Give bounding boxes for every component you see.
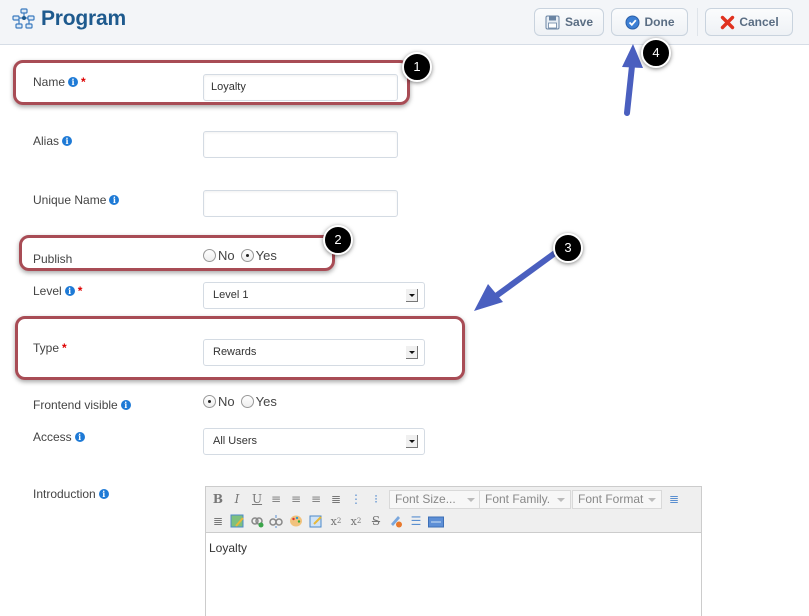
annotation-badge-4: 4 <box>641 38 671 68</box>
annotation-badge-1: 1 <box>402 52 432 82</box>
chevron-down-icon <box>648 498 656 502</box>
align-right-icon[interactable]: ≡ <box>309 492 323 506</box>
save-label: Save <box>564 15 594 29</box>
info-icon[interactable]: i <box>62 136 73 146</box>
alias-label: Alias i <box>33 134 73 148</box>
frontend-visible-yes-label[interactable]: Yes <box>256 394 277 409</box>
frontend-visible-label: Frontend visible i <box>33 398 131 412</box>
unlink-icon[interactable] <box>269 514 283 528</box>
cancel-button[interactable]: Cancel <box>705 8 793 36</box>
type-select[interactable]: Rewards <box>203 339 425 366</box>
unique-name-input[interactable] <box>203 190 398 217</box>
cancel-label: Cancel <box>739 15 779 29</box>
required-marker: * <box>62 341 67 355</box>
red-x-icon <box>719 14 735 30</box>
introduction-content[interactable]: Loyalty <box>206 533 701 563</box>
frontend-visible-no-label[interactable]: No <box>218 394 235 409</box>
align-left-icon[interactable]: ≡ <box>269 492 283 506</box>
indent-icon[interactable]: ≣ <box>667 492 681 506</box>
required-marker: * <box>77 284 83 298</box>
chevron-down-icon <box>467 498 475 502</box>
access-label: Access i <box>33 430 85 444</box>
info-icon[interactable]: i <box>64 286 75 296</box>
font-size-select[interactable]: Font Size... <box>389 490 481 509</box>
access-value: All Users <box>213 435 258 447</box>
frontend-visible-radio-group: No Yes <box>203 394 283 409</box>
level-label: Level i * <box>33 284 83 298</box>
remove-format-icon[interactable] <box>389 514 403 528</box>
save-button[interactable]: Save <box>534 8 604 36</box>
info-icon[interactable]: i <box>109 195 120 205</box>
name-input[interactable]: Loyalty <box>203 74 398 101</box>
ordered-list-icon[interactable]: ⋮ <box>349 492 363 506</box>
subscript-icon[interactable]: x2 <box>329 514 343 528</box>
type-value: Rewards <box>213 346 257 358</box>
image-icon[interactable] <box>230 514 244 528</box>
horizontal-rule-icon[interactable]: ☰ <box>409 514 423 528</box>
level-select[interactable]: Level 1 <box>203 282 425 309</box>
done-button[interactable]: Done <box>611 8 688 36</box>
font-format-select[interactable]: Font Format <box>572 490 662 509</box>
arrow-3 <box>474 250 558 311</box>
sitemap-icon <box>12 8 35 29</box>
align-center-icon[interactable]: ≡ <box>289 492 303 506</box>
introduction-label: Introduction i <box>33 487 109 501</box>
frontend-visible-yes-radio[interactable] <box>240 395 254 408</box>
annotation-badge-3: 3 <box>553 233 583 263</box>
alias-input[interactable] <box>203 131 398 158</box>
header-toolbar: Program Save Done Cancel <box>0 0 809 45</box>
info-icon[interactable]: i <box>120 400 131 410</box>
info-icon[interactable]: i <box>68 77 79 87</box>
editor-toolbar: B I U ≡ ≡ ≡ ≣ ⋮ ⁝ Font Size... Font Fami… <box>206 487 701 533</box>
publish-no-label[interactable]: No <box>218 248 235 263</box>
strikethrough-icon[interactable]: S <box>369 514 383 528</box>
html-icon[interactable] <box>428 515 444 529</box>
superscript-icon[interactable]: x2 <box>349 514 363 528</box>
toolbar-divider <box>697 8 698 36</box>
outdent-icon[interactable]: ≣ <box>211 514 225 528</box>
page-title: Program <box>41 7 126 30</box>
dropdown-arrow-icon[interactable] <box>406 346 418 359</box>
required-marker: * <box>81 75 86 89</box>
publish-no-radio[interactable] <box>203 249 216 262</box>
access-select[interactable]: All Users <box>203 428 425 455</box>
chevron-down-icon <box>557 498 565 502</box>
italic-icon[interactable]: I <box>230 492 244 506</box>
unique-name-label: Unique Name i <box>33 193 120 207</box>
info-icon[interactable]: i <box>74 432 85 442</box>
checkmark-circle-icon <box>625 14 641 30</box>
type-label: Type * <box>33 341 67 355</box>
bold-icon[interactable]: B <box>211 492 225 506</box>
done-label: Done <box>644 15 675 29</box>
publish-yes-radio[interactable] <box>240 249 254 262</box>
annotation-badge-2: 2 <box>323 225 353 255</box>
unordered-list-icon[interactable]: ⁝ <box>369 492 383 506</box>
frontend-visible-no-radio[interactable] <box>203 395 216 408</box>
dropdown-arrow-icon[interactable] <box>406 289 418 302</box>
align-justify-icon[interactable]: ≣ <box>329 492 343 506</box>
publish-yes-label[interactable]: Yes <box>256 248 277 263</box>
dropdown-arrow-icon[interactable] <box>406 435 418 448</box>
publish-radio-group: No Yes <box>203 248 283 263</box>
name-label: Name i * <box>33 75 86 89</box>
link-icon[interactable] <box>250 514 264 528</box>
page-title-wrap: Program <box>12 7 126 31</box>
info-icon[interactable]: i <box>98 489 109 499</box>
introduction-editor: B I U ≡ ≡ ≡ ≣ ⋮ ⁝ Font Size... Font Fami… <box>205 486 702 616</box>
color-palette-icon[interactable] <box>289 514 303 528</box>
font-family-select[interactable]: Font Family. <box>479 490 571 509</box>
level-value: Level 1 <box>213 289 249 301</box>
publish-label: Publish <box>33 252 73 266</box>
underline-icon[interactable]: U <box>250 492 264 506</box>
edit-icon[interactable] <box>309 514 323 528</box>
floppy-disk-icon <box>545 14 561 30</box>
arrow-4 <box>622 44 643 116</box>
